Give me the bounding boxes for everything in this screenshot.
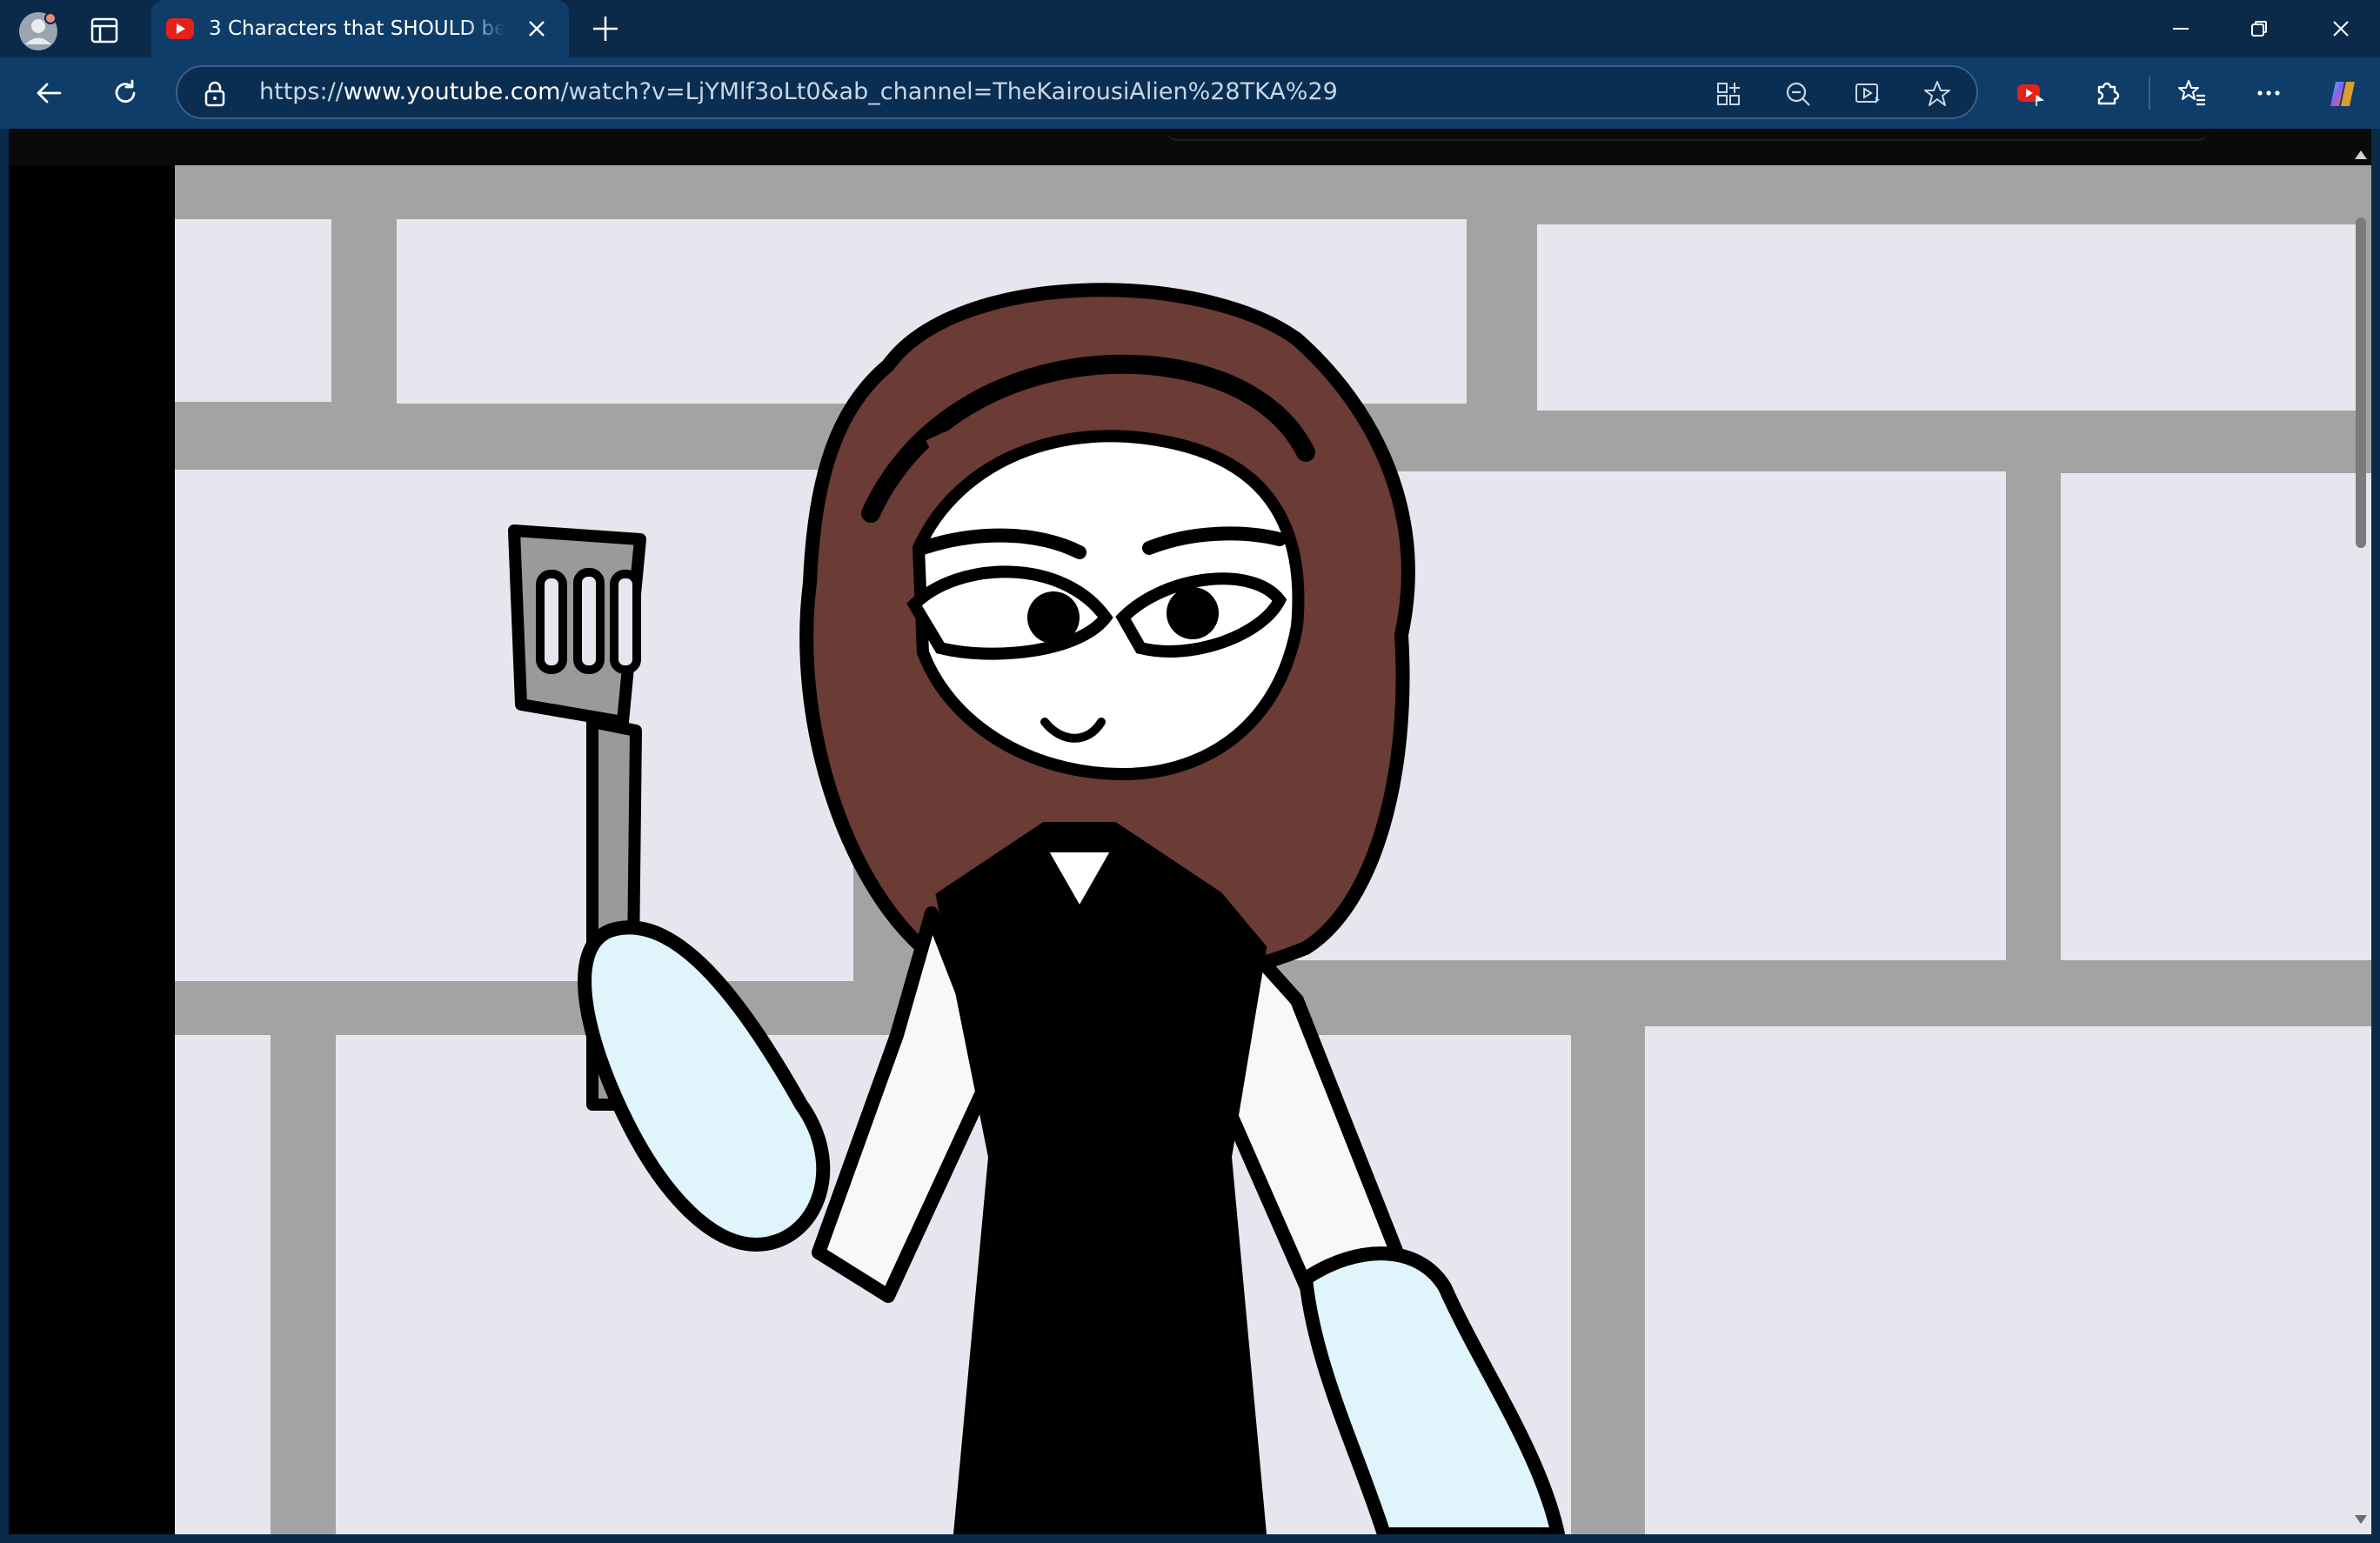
profile-icon[interactable] <box>17 10 59 52</box>
tab-actions-icon[interactable] <box>87 14 122 47</box>
minimize-icon[interactable] <box>2142 0 2220 57</box>
scrollbar-thumb[interactable] <box>2356 217 2366 548</box>
favorite-star-icon[interactable] <box>1922 79 1952 109</box>
video-player[interactable] <box>175 165 2371 1541</box>
youtube-extension-icon[interactable] <box>2004 67 2056 119</box>
video-frame-illustration <box>175 165 2371 1541</box>
scroll-down-arrow-icon[interactable] <box>2353 1513 2369 1529</box>
title-bar: 3 Characters that SHOULD be in FNF <box>0 0 2380 57</box>
toolbar-separator <box>2149 77 2150 110</box>
app-available-icon[interactable] <box>1714 79 1743 109</box>
close-tab-icon[interactable] <box>525 17 548 40</box>
lock-icon[interactable] <box>204 81 226 110</box>
close-window-icon[interactable] <box>2302 0 2380 57</box>
refresh-icon[interactable] <box>99 67 151 119</box>
url-text[interactable]: https://www.youtube.com/watch?v=LjYMlf3o… <box>259 67 1338 117</box>
scroll-up-arrow-icon[interactable] <box>2353 148 2369 164</box>
more-icon[interactable] <box>2243 67 2295 119</box>
tab-title: 3 Characters that SHOULD be in FNF <box>209 17 505 40</box>
extensions-icon[interactable] <box>2081 67 2133 119</box>
youtube-favicon-icon <box>165 17 195 40</box>
zoom-out-icon[interactable] <box>1783 79 1813 109</box>
favorites-icon[interactable] <box>2166 67 2218 119</box>
new-tab-icon[interactable] <box>590 13 621 44</box>
page-scrollbar[interactable] <box>2350 139 2371 1534</box>
back-icon[interactable] <box>23 67 75 119</box>
browser-toolbar: https://www.youtube.com/watch?v=LjYMlf3o… <box>0 57 2380 129</box>
copilot-icon[interactable] <box>2316 67 2368 119</box>
page-content <box>9 129 2371 1541</box>
page-top-strip <box>9 129 2371 165</box>
address-bar[interactable]: https://www.youtube.com/watch?v=LjYMlf3o… <box>176 65 1978 119</box>
restore-icon[interactable] <box>2220 0 2298 57</box>
active-tab[interactable]: 3 Characters that SHOULD be in FNF <box>151 0 569 57</box>
immersive-reader-icon[interactable] <box>1853 79 1882 109</box>
